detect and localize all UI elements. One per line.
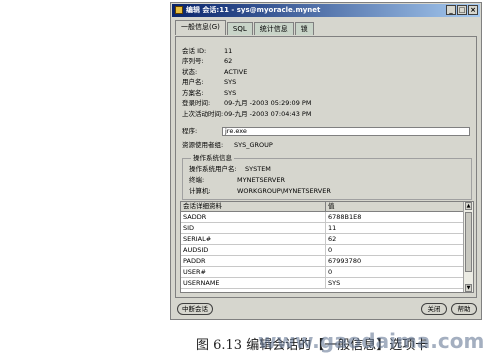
serial-label: 序列号: bbox=[182, 57, 204, 65]
table-row[interactable]: SID 11 bbox=[181, 223, 466, 234]
table-row[interactable]: USER# 0 bbox=[181, 267, 466, 278]
column-header-value[interactable]: 值 bbox=[326, 202, 466, 211]
logon-time-label: 登录时间: bbox=[182, 99, 211, 107]
schema-value: SYS bbox=[224, 89, 237, 97]
title-bar[interactable]: 编辑 会话:11 - sys@myoracle.mynet _ □ × bbox=[172, 4, 480, 17]
machine-row: 计算机: WORKGROUP\MYNETSERVER bbox=[189, 187, 331, 196]
kill-session-button[interactable]: 中断会话 bbox=[177, 303, 213, 315]
consumer-group-value: SYS_GROUP bbox=[234, 141, 273, 149]
detail-value-cell: 11 bbox=[326, 223, 466, 233]
close-button[interactable]: 关闭 bbox=[421, 303, 447, 315]
table-row[interactable]: AUDSID 0 bbox=[181, 245, 466, 256]
consumer-group-label: 资源使用者组: bbox=[182, 141, 224, 149]
window-title: 编辑 会话:11 - sys@myoracle.mynet bbox=[186, 6, 321, 14]
general-panel: 会话 ID: 11 序列号: 62 状态: ACTIVE 用户名: SYS 方案… bbox=[175, 36, 477, 298]
maximize-button[interactable]: □ bbox=[457, 5, 467, 15]
app-icon bbox=[175, 6, 183, 14]
detail-value-cell: 6788B1E8 bbox=[326, 212, 466, 222]
status-value: ACTIVE bbox=[224, 68, 248, 76]
column-header-detail[interactable]: 会话详细资料 bbox=[181, 202, 326, 211]
detail-name-cell: SERIAL# bbox=[181, 234, 326, 244]
username-label: 用户名: bbox=[182, 78, 204, 86]
machine-label: 计算机: bbox=[189, 187, 211, 195]
serial-value: 62 bbox=[224, 57, 233, 65]
program-label: 程序: bbox=[182, 127, 198, 135]
session-id-label: 会话 ID: bbox=[182, 47, 207, 55]
machine-value: WORKGROUP\MYNETSERVER bbox=[237, 187, 331, 195]
scroll-down-icon[interactable]: ▼ bbox=[465, 284, 472, 292]
program-field[interactable]: jre.exe bbox=[222, 127, 470, 136]
detail-name-cell: AUDSID bbox=[181, 245, 326, 255]
tab-sql[interactable]: SQL bbox=[226, 22, 253, 35]
tab-locks[interactable]: 锁 bbox=[294, 22, 314, 35]
status-label: 状态: bbox=[182, 68, 198, 76]
os-user-value: SYSTEM bbox=[245, 165, 271, 173]
table-body: SADDR 6788B1E8 SID 11 SERIAL# 62 AUDSID … bbox=[181, 212, 466, 289]
session-details-table: 会话详细资料 值 SADDR 6788B1E8 SID 11 SERIAL# 6… bbox=[180, 201, 474, 293]
detail-name-cell: USERNAME bbox=[181, 278, 326, 288]
table-header: 会话详细资料 值 bbox=[181, 202, 466, 212]
edit-session-window: 编辑 会话:11 - sys@myoracle.mynet _ □ × 一般信息… bbox=[170, 2, 482, 320]
logon-time-value: 09-九月 -2003 05:29:09 PM bbox=[224, 99, 312, 107]
scroll-thumb[interactable] bbox=[465, 212, 472, 272]
username-value: SYS bbox=[224, 78, 237, 86]
help-button[interactable]: 帮助 bbox=[451, 303, 477, 315]
session-id-value: 11 bbox=[224, 47, 233, 55]
os-user-label: 操作系统用户名: bbox=[189, 165, 237, 173]
terminal-value: MYNETSERVER bbox=[237, 176, 285, 184]
os-info-group: 操作系统信息 操作系统用户名: SYSTEM 终端: MYNETSERVER 计… bbox=[182, 154, 472, 200]
last-call-label: 上次活动时间: bbox=[182, 110, 224, 118]
tab-bar: 一般信息(G) SQL 统计信息 锁 bbox=[175, 20, 315, 35]
table-row[interactable]: USERNAME SYS bbox=[181, 278, 466, 289]
table-row[interactable]: PADDR 67993780 bbox=[181, 256, 466, 267]
last-call-value: 09-九月 -2003 07:04:43 PM bbox=[224, 110, 312, 118]
minimize-button[interactable]: _ bbox=[446, 5, 456, 15]
vertical-scrollbar[interactable]: ▲ ▼ bbox=[463, 202, 473, 292]
os-info-title: 操作系统信息 bbox=[191, 154, 234, 163]
detail-value-cell: 62 bbox=[326, 234, 466, 244]
detail-value-cell: 0 bbox=[326, 245, 466, 255]
close-window-button[interactable]: × bbox=[468, 5, 478, 15]
schema-label: 方案名: bbox=[182, 89, 204, 97]
detail-value-cell: SYS bbox=[326, 278, 466, 288]
detail-name-cell: PADDR bbox=[181, 256, 326, 266]
detail-value-cell: 0 bbox=[326, 267, 466, 277]
detail-name-cell: SID bbox=[181, 223, 326, 233]
detail-name-cell: SADDR bbox=[181, 212, 326, 222]
detail-value-cell: 67993780 bbox=[326, 256, 466, 266]
scroll-up-icon[interactable]: ▲ bbox=[465, 202, 472, 210]
tab-general[interactable]: 一般信息(G) bbox=[175, 20, 226, 35]
tab-statistics[interactable]: 统计信息 bbox=[253, 22, 294, 35]
table-row[interactable]: SERIAL# 62 bbox=[181, 234, 466, 245]
detail-name-cell: USER# bbox=[181, 267, 326, 277]
terminal-row: 终端: MYNETSERVER bbox=[189, 176, 285, 185]
table-row[interactable]: SADDR 6788B1E8 bbox=[181, 212, 466, 223]
os-user-row: 操作系统用户名: SYSTEM bbox=[189, 165, 271, 174]
terminal-label: 终端: bbox=[189, 176, 205, 184]
watermark: www.gaodaima.com bbox=[258, 329, 485, 353]
window-controls: _ □ × bbox=[446, 5, 478, 15]
